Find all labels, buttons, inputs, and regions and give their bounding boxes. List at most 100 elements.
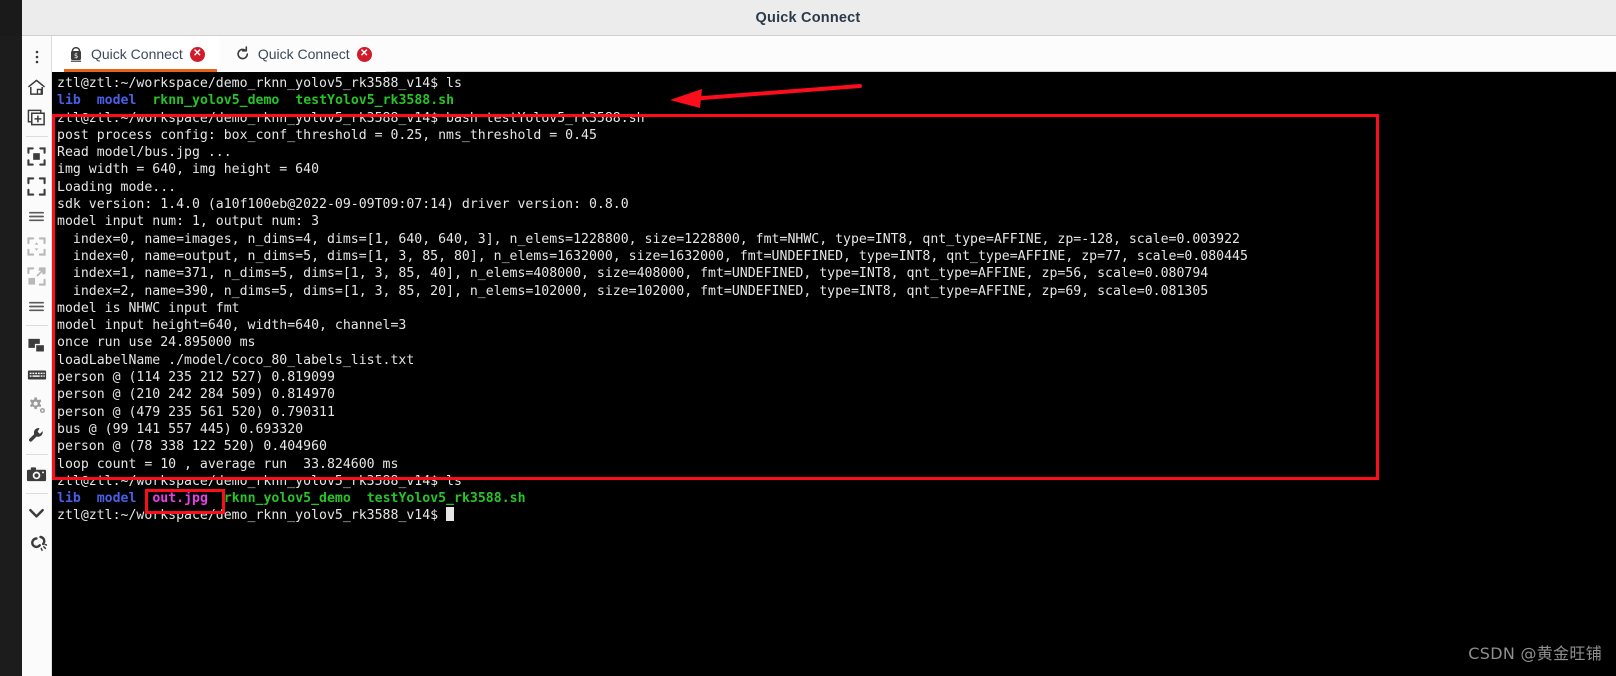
output-text: model input height=640, width=640, chann… <box>57 318 407 334</box>
terminal-line: Read model/bus.jpg ... <box>57 144 1616 161</box>
ls-entry: rknn_yolov5_demo <box>152 93 280 109</box>
output-text: Read model/bus.jpg ... <box>57 145 232 161</box>
focus-mode-icon[interactable] <box>22 141 52 171</box>
expand-icon[interactable] <box>22 261 52 291</box>
window-title: Quick Connect <box>755 9 861 26</box>
output-text: Loading mode... <box>57 179 177 195</box>
split-view-icon[interactable] <box>22 330 52 360</box>
terminal-line: index=0, name=output, n_dims=5, dims=[1,… <box>57 248 1616 265</box>
csdn-watermark: CSDN @黄金旺铺 <box>1468 644 1602 663</box>
fullscreen-icon[interactable] <box>22 171 52 201</box>
link-broken-icon[interactable] <box>22 528 52 558</box>
shell-command: bash testYolov5_rk3588.sh <box>438 110 645 126</box>
ls-entry: rknn_yolov5_demo <box>223 491 351 507</box>
terminal-line: person @ (479 235 561 520) 0.790311 <box>57 404 1616 421</box>
terminal-line: bus @ (99 141 557 445) 0.693320 <box>57 421 1616 438</box>
quick-connect-window: Quick Connect $ Quick Connect ✕ Quick Co… <box>0 0 1616 676</box>
terminal-line: index=2, name=390, n_dims=5, dims=[1, 3,… <box>57 283 1616 300</box>
tab-close-button[interactable]: ✕ <box>189 46 205 62</box>
terminal-line: model input num: 1, output num: 3 <box>57 213 1616 230</box>
terminal-line: ztl@ztl:~/workspace/demo_rknn_yolov5_rk3… <box>57 507 1616 524</box>
output-text: bus @ (99 141 557 445) 0.693320 <box>57 421 304 437</box>
output-text: once run use 24.895000 ms <box>57 335 256 351</box>
shell-prompt: ztl@ztl:~/workspace/demo_rknn_yolov5_rk3… <box>57 110 439 126</box>
tool-sidebar <box>22 36 52 676</box>
output-text: sdk version: 1.4.0 (a10f100eb@2022-09-09… <box>57 197 629 213</box>
terminal-line: person @ (114 235 212 527) 0.819099 <box>57 369 1616 386</box>
terminal-line: person @ (78 338 122 520) 0.404960 <box>57 438 1616 455</box>
more-options-icon[interactable] <box>22 42 52 72</box>
terminal-line: model input height=640, width=640, chann… <box>57 317 1616 334</box>
resize-icon[interactable] <box>22 231 52 261</box>
output-text: person @ (114 235 212 527) 0.819099 <box>57 370 335 386</box>
tab-label: Quick Connect <box>257 46 350 62</box>
output-text: person @ (479 235 561 520) 0.790311 <box>57 404 335 420</box>
ls-entry: model <box>96 491 137 507</box>
output-text: img width = 640, img height = 640 <box>57 162 320 178</box>
terminal-line: once run use 24.895000 ms <box>57 334 1616 351</box>
terminal-lock-icon: $ <box>68 46 84 62</box>
output-text: index=2, name=390, n_dims=5, dims=[1, 3,… <box>57 283 1209 299</box>
wrench-icon[interactable] <box>22 420 52 450</box>
terminal-line: Loading mode... <box>57 179 1616 196</box>
output-text: person @ (210 242 284 509) 0.814970 <box>57 387 335 403</box>
tab-quick-connect-1[interactable]: $ Quick Connect ✕ <box>52 36 219 72</box>
ls-entry: out.jpg <box>152 491 208 507</box>
home-icon[interactable] <box>22 72 52 102</box>
shell-command <box>438 508 446 523</box>
terminal-line: ztl@ztl:~/workspace/demo_rknn_yolov5_rk3… <box>57 110 1616 127</box>
ls-entry: testYolov5_rk3588.sh <box>366 491 526 507</box>
output-text: model input num: 1, output num: 3 <box>57 214 320 230</box>
ls-entry: model <box>96 93 137 109</box>
terminal-line: loadLabelName ./model/coco_80_labels_lis… <box>57 352 1616 369</box>
window-titlebar: Quick Connect <box>0 0 1616 36</box>
sidebar-divider <box>25 454 48 455</box>
settings-gear-icon[interactable] <box>22 390 52 420</box>
terminal-output[interactable]: ztl@ztl:~/workspace/demo_rknn_yolov5_rk3… <box>52 72 1616 676</box>
shell-command: ls <box>438 76 462 91</box>
new-tab-icon[interactable] <box>22 102 52 132</box>
shell-command: ls <box>438 473 462 489</box>
sidebar-divider <box>25 136 48 137</box>
desktop-background-strip <box>0 36 22 676</box>
ls-entry: lib <box>57 93 81 109</box>
ls-entry: testYolov5_rk3588.sh <box>295 93 455 109</box>
output-text: post process config: box_conf_threshold … <box>57 127 597 143</box>
shell-prompt: ztl@ztl:~/workspace/demo_rknn_yolov5_rk3… <box>57 508 439 524</box>
terminal-cursor <box>446 507 455 522</box>
terminal-line: ztl@ztl:~/workspace/demo_rknn_yolov5_rk3… <box>57 75 1616 92</box>
tab-close-button[interactable]: ✕ <box>356 46 372 62</box>
terminal-line: index=1, name=371, n_dims=5, dims=[1, 3,… <box>57 265 1616 282</box>
keyboard-icon[interactable] <box>22 360 52 390</box>
list-view-icon[interactable] <box>22 201 52 231</box>
terminal-line: person @ (210 242 284 509) 0.814970 <box>57 386 1616 403</box>
terminal-line: img width = 640, img height = 640 <box>57 161 1616 178</box>
shell-prompt: ztl@ztl:~/workspace/demo_rknn_yolov5_rk3… <box>57 76 439 91</box>
reconnect-icon <box>235 46 251 62</box>
sidebar-divider <box>25 325 48 326</box>
output-text: index=0, name=output, n_dims=5, dims=[1,… <box>57 248 1248 264</box>
titlebar-left-shadow <box>0 0 22 36</box>
terminal-line: model is NHWC input fmt <box>57 300 1616 317</box>
menu-icon[interactable] <box>22 291 52 321</box>
sidebar-divider <box>25 493 48 494</box>
tab-bar: $ Quick Connect ✕ Quick Connect ✕ <box>52 36 1616 72</box>
output-text: model is NHWC input fmt <box>57 300 240 316</box>
tab-label: Quick Connect <box>91 46 183 62</box>
output-text: person @ (78 338 122 520) 0.404960 <box>57 439 327 455</box>
ls-entry: lib <box>57 491 81 507</box>
terminal-line: ztl@ztl:~/workspace/demo_rknn_yolov5_rk3… <box>57 473 1616 490</box>
svg-text:$: $ <box>74 52 78 60</box>
chevron-down-icon[interactable] <box>22 498 52 528</box>
tab-quick-connect-2[interactable]: Quick Connect ✕ <box>218 36 386 72</box>
output-text: index=0, name=images, n_dims=4, dims=[1,… <box>57 231 1240 247</box>
terminal-line: index=0, name=images, n_dims=4, dims=[1,… <box>57 231 1616 248</box>
camera-icon[interactable] <box>22 459 52 489</box>
terminal-line: post process config: box_conf_threshold … <box>57 127 1616 144</box>
shell-prompt: ztl@ztl:~/workspace/demo_rknn_yolov5_rk3… <box>57 473 439 489</box>
terminal-line: loop count = 10 , average run 33.824600 … <box>57 456 1616 473</box>
terminal-line: sdk version: 1.4.0 (a10f100eb@2022-09-09… <box>57 196 1616 213</box>
terminal-line: lib model rknn_yolov5_demo testYolov5_rk… <box>57 92 1616 109</box>
output-text: loop count = 10 , average run 33.824600 … <box>57 456 399 472</box>
output-text: loadLabelName ./model/coco_80_labels_lis… <box>57 352 415 368</box>
